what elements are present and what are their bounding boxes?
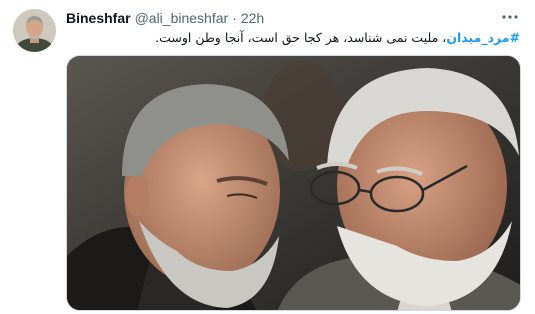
more-options-button[interactable]: [501, 8, 519, 26]
separator-dot: ·: [232, 10, 237, 26]
more-dots-icon: [502, 15, 518, 19]
avatar-image: [13, 9, 56, 52]
display-name[interactable]: Bineshfar: [66, 9, 131, 27]
photo-image: [67, 56, 520, 310]
avatar[interactable]: [13, 9, 56, 52]
tweet-body: ، ملیت نمی شناسد، هر کجا حق است، آنجا وط…: [155, 30, 447, 45]
tweet-photo[interactable]: [66, 55, 521, 311]
timestamp[interactable]: 22h: [241, 9, 264, 27]
tweet-header: Bineshfar @ali_bineshfar · 22h: [66, 9, 264, 27]
hashtag-link[interactable]: #مرد_میدان: [446, 30, 520, 45]
tweet[interactable]: Bineshfar @ali_bineshfar · 22h #مرد_میدا…: [0, 0, 535, 314]
tweet-text: #مرد_میدان، ملیت نمی شناسد، هر کجا حق اس…: [75, 29, 520, 47]
user-handle[interactable]: @ali_bineshfar: [135, 9, 229, 27]
